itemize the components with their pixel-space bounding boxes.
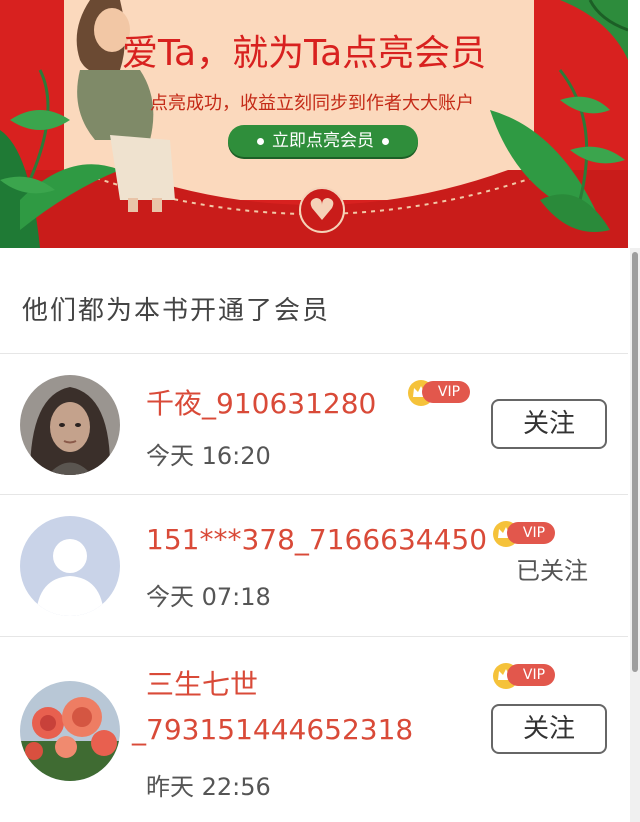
avatar[interactable] [20, 375, 120, 475]
dot-icon [257, 137, 264, 145]
banner-subtitle: 点亮成功，收益立刻同步到作者大大账户 [150, 93, 474, 114]
flower-photo-icon [20, 681, 120, 781]
vip-badge: VIP [491, 519, 557, 547]
member-name-line1[interactable]: 三生七世 [146, 663, 258, 703]
dot-icon [382, 137, 389, 145]
member-row[interactable]: 151***378_7166634450 VIP 今天 07:18 已关注 [0, 495, 628, 635]
follow-button[interactable]: 关注 [491, 399, 607, 449]
avatar[interactable] [20, 516, 120, 616]
member-time: 昨天 22:56 [146, 773, 271, 801]
portrait-photo-icon [20, 375, 120, 475]
vip-label: VIP [422, 381, 470, 403]
scrollbar-thumb[interactable] [632, 252, 638, 672]
member-row[interactable]: 三生七世 _793151444652318 VIP 昨天 22:56 关注 [0, 637, 628, 822]
member-name-line2[interactable]: _793151444652318 [132, 713, 413, 746]
followed-status[interactable]: 已关注 [516, 551, 588, 586]
avatar[interactable] [20, 681, 120, 781]
member-name[interactable]: 151***378_7166634450 [146, 523, 487, 556]
member-row[interactable]: 千夜_910631280 VIP 今天 16:20 关注 [0, 354, 628, 494]
vip-badge: VIP [406, 378, 472, 406]
follow-button[interactable]: 关注 [491, 704, 607, 754]
membership-banner[interactable]: 爱Ta，就为Ta点亮会员 点亮成功，收益立刻同步到作者大大账户 立即点亮会员 [0, 0, 628, 248]
section-title: 他们都为本书开通了会员 [22, 296, 331, 326]
default-user-icon [20, 516, 120, 616]
member-name[interactable]: 千夜_910631280 [146, 382, 376, 422]
member-time: 今天 16:20 [146, 442, 271, 470]
scrollbar[interactable] [630, 248, 640, 822]
vip-badge: VIP [491, 661, 557, 689]
light-up-membership-button[interactable]: 立即点亮会员 [228, 125, 418, 157]
member-time: 今天 07:18 [146, 583, 271, 611]
vip-label: VIP [507, 522, 555, 544]
banner-title: 爱Ta，就为Ta点亮会员 [122, 33, 487, 74]
light-up-membership-button-label: 立即点亮会员 [272, 131, 374, 151]
vip-label: VIP [507, 664, 555, 686]
